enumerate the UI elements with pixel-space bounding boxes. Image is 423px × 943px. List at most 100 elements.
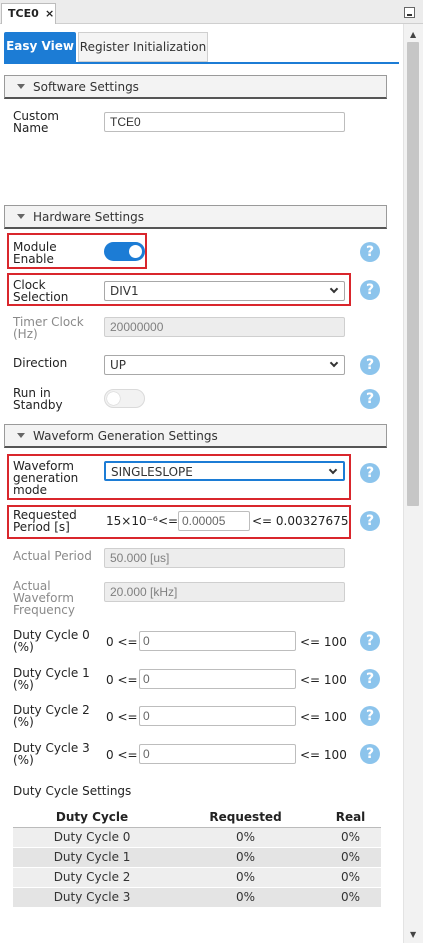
timer-clock-field <box>104 317 345 337</box>
table-row: Duty Cycle 3 0% 0% <box>13 887 381 908</box>
table-cell: 0% <box>320 887 381 908</box>
duty-cycle-0-min: 0 <= <box>106 635 138 649</box>
collapse-icon[interactable] <box>17 84 25 89</box>
help-icon[interactable]: ? <box>360 744 380 764</box>
actual-period-field <box>104 548 345 568</box>
table-header-row: Duty Cycle Requested Real <box>13 807 381 828</box>
requested-period-input[interactable] <box>178 511 250 531</box>
help-icon[interactable]: ? <box>360 242 380 262</box>
waveform-mode-label: Waveform generation mode <box>13 459 79 497</box>
table-cell: 0% <box>320 847 381 868</box>
column-header: Requested <box>171 807 320 828</box>
help-icon[interactable]: ? <box>360 355 380 375</box>
collapse-icon[interactable] <box>17 433 25 438</box>
module-enable-label: Module Enable <box>13 240 57 266</box>
duty-cycle-0-max: <= 100 <box>300 635 347 649</box>
module-enable-toggle[interactable] <box>104 242 145 261</box>
period-min: 15×10⁻⁶ <box>106 514 158 528</box>
tab-register-initialization[interactable]: Register Initialization <box>78 32 208 62</box>
duty-cycle-0-label: Duty Cycle 0 (%) <box>13 628 90 654</box>
help-icon[interactable]: ? <box>360 706 380 726</box>
duty-settings-title: Duty Cycle Settings <box>13 784 132 798</box>
run-standby-label: Run in Standby <box>13 386 63 412</box>
section-title: Hardware Settings <box>33 210 144 224</box>
toggle-knob <box>107 392 120 405</box>
help-icon[interactable]: ? <box>360 463 380 483</box>
help-icon[interactable]: ? <box>360 631 380 651</box>
table-cell: 0% <box>171 847 320 868</box>
scroll-up-icon[interactable]: ▲ <box>410 30 416 39</box>
chevron-down-icon <box>328 465 338 475</box>
period-le: <= <box>158 514 179 528</box>
duty-cycle-2-min: 0 <= <box>106 710 138 724</box>
table-cell: 0% <box>171 827 320 848</box>
duty-cycle-3-input[interactable] <box>139 744 296 764</box>
table-cell: Duty Cycle 2 <box>13 867 172 888</box>
section-title: Waveform Generation Settings <box>33 429 218 443</box>
table-cell: Duty Cycle 0 <box>13 827 172 848</box>
duty-cycle-1-input[interactable] <box>139 669 296 689</box>
requested-period-label: Requested Period [s] <box>13 508 77 534</box>
timer-clock-label: Timer Clock (Hz) <box>13 315 84 341</box>
table-cell: 0% <box>320 827 381 848</box>
table-cell: Duty Cycle 1 <box>13 847 172 868</box>
duty-cycle-1-label: Duty Cycle 1 (%) <box>13 666 90 692</box>
duty-cycle-1-min: 0 <= <box>106 673 138 687</box>
scroll-thumb[interactable] <box>407 42 419 506</box>
chevron-down-icon <box>329 284 339 294</box>
tab-underline <box>4 62 399 64</box>
column-header: Duty Cycle <box>13 807 172 828</box>
actual-period-label: Actual Period <box>13 549 92 563</box>
table-cell: 0% <box>171 867 320 888</box>
direction-label: Direction <box>13 356 68 370</box>
help-icon[interactable]: ? <box>360 669 380 689</box>
section-title: Software Settings <box>33 80 139 94</box>
table-cell: 0% <box>171 887 320 908</box>
close-icon[interactable]: × <box>45 7 54 20</box>
table-cell: 0% <box>320 867 381 888</box>
help-icon[interactable]: ? <box>360 280 380 300</box>
duty-cycle-3-label: Duty Cycle 3 (%) <box>13 741 90 767</box>
clock-selection-select[interactable]: DIV1 <box>104 281 345 301</box>
table-row: Duty Cycle 2 0% 0% <box>13 867 381 888</box>
tab-strip: TCE0 × <box>0 0 423 24</box>
duty-cycle-1-max: <= 100 <box>300 673 347 687</box>
direction-select[interactable]: UP <box>104 355 345 375</box>
select-value: SINGLESLOPE <box>111 465 193 479</box>
custom-name-input[interactable] <box>104 112 345 132</box>
vertical-scrollbar[interactable]: ▲ ▼ <box>403 24 423 943</box>
actual-frequency-field <box>104 582 345 602</box>
table-cell: Duty Cycle 3 <box>13 887 172 908</box>
actual-frequency-label: Actual Waveform Frequency <box>13 579 75 617</box>
section-software-settings[interactable]: Software Settings <box>4 75 387 99</box>
toggle-knob <box>129 245 142 258</box>
help-icon[interactable]: ? <box>360 511 380 531</box>
chevron-down-icon <box>329 358 339 368</box>
tab-title: TCE0 <box>8 7 39 20</box>
minimize-icon[interactable] <box>404 7 415 18</box>
duty-cycle-3-min: 0 <= <box>106 748 138 762</box>
section-waveform-generation-settings[interactable]: Waveform Generation Settings <box>4 424 387 448</box>
custom-name-label: Custom Name <box>13 109 59 135</box>
period-max: <= 0.00327675 <box>252 514 349 528</box>
table-row: Duty Cycle 1 0% 0% <box>13 847 381 868</box>
select-value: DIV1 <box>110 284 139 298</box>
waveform-mode-select[interactable]: SINGLESLOPE <box>104 461 345 481</box>
duty-cycle-2-label: Duty Cycle 2 (%) <box>13 703 90 729</box>
collapse-icon[interactable] <box>17 214 25 219</box>
duty-cycle-3-max: <= 100 <box>300 748 347 762</box>
duty-cycle-2-max: <= 100 <box>300 710 347 724</box>
section-hardware-settings[interactable]: Hardware Settings <box>4 205 387 229</box>
tab-easy-view[interactable]: Easy View <box>4 32 76 62</box>
tab-tce0[interactable]: TCE0 × <box>1 3 56 24</box>
clock-selection-label: Clock Selection <box>13 278 69 304</box>
duty-cycle-table: Duty Cycle Requested Real Duty Cycle 0 0… <box>13 807 381 908</box>
run-standby-toggle[interactable] <box>104 389 145 408</box>
help-icon[interactable]: ? <box>360 389 380 409</box>
select-value: UP <box>110 358 127 372</box>
scroll-down-icon[interactable]: ▼ <box>410 930 416 939</box>
column-header: Real <box>320 807 381 828</box>
duty-cycle-0-input[interactable] <box>139 631 296 651</box>
duty-cycle-2-input[interactable] <box>139 706 296 726</box>
table-row: Duty Cycle 0 0% 0% <box>13 827 381 848</box>
